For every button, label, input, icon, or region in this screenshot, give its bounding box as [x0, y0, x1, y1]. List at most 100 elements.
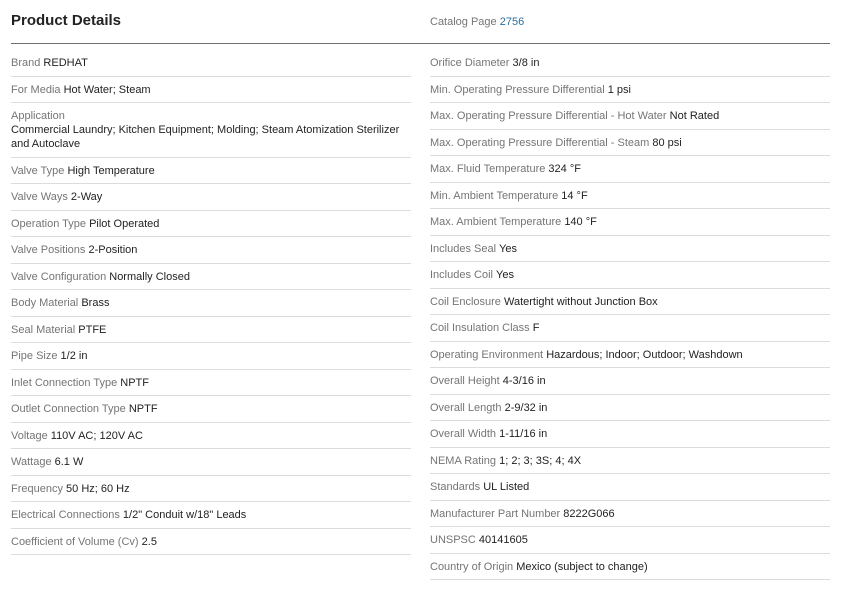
spec-label: Includes Seal	[430, 242, 497, 255]
spec-label: Country of Origin	[430, 560, 514, 573]
spec-row: Min. Operating Pressure Differential 1 p…	[430, 77, 830, 103]
spec-label: Coil Enclosure	[430, 295, 501, 308]
catalog-page: Catalog Page 2756	[430, 16, 524, 28]
spec-value: 3/8 in	[512, 57, 540, 69]
spec-row: Wattage 6.1 W	[11, 449, 411, 476]
spec-value: F	[532, 322, 540, 334]
spec-label: Overall Width	[430, 428, 497, 440]
spec-value: NPTF	[128, 403, 158, 415]
spec-value: 6.1 W	[54, 456, 84, 468]
spec-row: Pipe Size 1/2 in	[11, 343, 411, 370]
spec-label: Electrical Connections	[11, 509, 120, 521]
spec-value: 14 °F	[561, 189, 588, 202]
spec-label: Min. Ambient Temperature	[430, 189, 559, 202]
spec-label: Max. Fluid Temperature	[430, 163, 546, 175]
spec-row: Max. Ambient Temperature 140 °F	[430, 209, 830, 236]
spec-value: REDHAT	[43, 57, 88, 69]
spec-row: Country of Origin Mexico (subject to cha…	[430, 554, 830, 580]
catalog-page-link[interactable]: 2756	[500, 16, 524, 28]
spec-row: Frequency 50 Hz; 60 Hz	[11, 476, 411, 502]
spec-row: For Media Hot Water; Steam	[11, 77, 411, 103]
spec-row: Includes Coil Yes	[430, 262, 830, 289]
spec-value: 40141605	[478, 534, 528, 546]
spec-value: Yes	[496, 269, 514, 281]
spec-row: Voltage 110V AC; 120V AC	[11, 423, 411, 449]
spec-label: Valve Ways	[11, 191, 68, 203]
spec-label: Max. Operating Pressure Differential - H…	[430, 110, 667, 122]
spec-label: Operation Type	[11, 217, 87, 230]
spec-value: Commercial Laundry; Kitchen Equipment; M…	[11, 124, 400, 150]
spec-value: 1-11/16 in	[499, 428, 548, 440]
spec-row: Includes Seal Yes	[430, 236, 830, 262]
spec-label: Inlet Connection Type	[11, 376, 118, 389]
spec-row: Brand REDHAT	[11, 50, 411, 77]
spec-row: Electrical Connections 1/2" Conduit w/18…	[11, 502, 411, 529]
catalog-page-label: Catalog Page	[430, 16, 497, 28]
spec-row: Operating Environment Hazardous; Indoor;…	[430, 342, 830, 368]
spec-value: Not Rated	[669, 110, 720, 122]
spec-value: 4-3/16 in	[502, 375, 546, 387]
spec-label: Valve Type	[11, 164, 65, 177]
spec-value: Hazardous; Indoor; Outdoor; Washdown	[546, 348, 743, 361]
spec-label: Voltage	[11, 429, 48, 442]
spec-row: Outlet Connection Type NPTF	[11, 396, 411, 423]
spec-value: 324 °F	[548, 163, 581, 175]
spec-row: Overall Length 2-9/32 in	[430, 395, 830, 421]
spec-label: Wattage	[11, 456, 52, 468]
spec-row: Max. Operating Pressure Differential - S…	[430, 130, 830, 156]
spec-value: 50 Hz; 60 Hz	[66, 482, 130, 495]
spec-value: 2.5	[141, 535, 157, 548]
spec-row: Max. Operating Pressure Differential - H…	[430, 103, 830, 130]
spec-value: Brass	[81, 297, 110, 309]
spec-label: Valve Positions	[11, 244, 86, 256]
spec-label: Valve Configuration	[11, 270, 107, 283]
spec-label: Application	[11, 110, 65, 122]
spec-row: Overall Width 1-11/16 in	[430, 421, 830, 448]
spec-value: Yes	[499, 242, 518, 255]
spec-row: Manufacturer Part Number 8222G066	[430, 501, 830, 527]
spec-label: Max. Ambient Temperature	[430, 216, 562, 228]
spec-value: Pilot Operated	[89, 217, 160, 230]
spec-label: Includes Coil	[430, 269, 493, 281]
spec-value: High Temperature	[67, 164, 155, 177]
spec-label: For Media	[11, 83, 61, 96]
spec-row: Coil Enclosure Watertight without Juncti…	[430, 289, 830, 315]
spec-label: Overall Height	[430, 375, 500, 387]
spec-label: Overall Length	[430, 401, 502, 414]
spec-value: UL Listed	[483, 481, 530, 493]
spec-label: UNSPSC	[430, 534, 476, 546]
spec-row: Inlet Connection Type NPTF	[11, 370, 411, 396]
specs-right-column: Orifice Diameter 3/8 in Min. Operating Pr…	[430, 50, 830, 580]
page-title: Product Details	[11, 12, 122, 29]
spec-label: Coil Insulation Class	[430, 322, 530, 334]
spec-row: UNSPSC 40141605	[430, 527, 830, 554]
spec-label: Operating Environment	[430, 348, 544, 361]
spec-value: Normally Closed	[109, 270, 190, 283]
spec-row: Valve Positions 2-Position	[11, 237, 411, 264]
spec-row: Valve Ways 2-Way	[11, 184, 411, 211]
spec-value: NPTF	[120, 376, 149, 389]
spec-value: 8222G066	[563, 507, 615, 520]
spec-label: Pipe Size	[11, 350, 58, 362]
spec-value: 110V AC; 120V AC	[50, 429, 143, 442]
spec-value: 80 psi	[652, 136, 682, 149]
spec-row: Seal Material PTFE	[11, 317, 411, 343]
spec-label: Orifice Diameter	[430, 57, 510, 69]
spec-label: NEMA Rating	[430, 454, 497, 467]
spec-row: Valve Type High Temperature	[11, 158, 411, 184]
spec-row: Body Material Brass	[11, 290, 411, 317]
spec-label: Manufacturer Part Number	[430, 507, 561, 520]
spec-label: Min. Operating Pressure Differential	[430, 83, 605, 96]
specs-left-column: Brand REDHAT For Media Hot Water; Steam Ap…	[11, 50, 411, 555]
spec-row: Coil Insulation Class F	[430, 315, 830, 342]
spec-row: Coefficient of Volume (Cv) 2.5	[11, 529, 411, 555]
spec-row: Orifice Diameter 3/8 in	[430, 50, 830, 77]
spec-row: Standards UL Listed	[430, 474, 830, 501]
spec-row: Application Commercial Laundry; Kitchen …	[11, 103, 411, 158]
spec-value: 1/2" Conduit w/18" Leads	[122, 509, 247, 521]
spec-value: 1 psi	[607, 83, 631, 96]
spec-label: Frequency	[11, 482, 63, 495]
spec-row: Overall Height 4-3/16 in	[430, 368, 830, 395]
header-divider	[11, 43, 830, 44]
spec-value: 2-Position	[88, 244, 138, 256]
